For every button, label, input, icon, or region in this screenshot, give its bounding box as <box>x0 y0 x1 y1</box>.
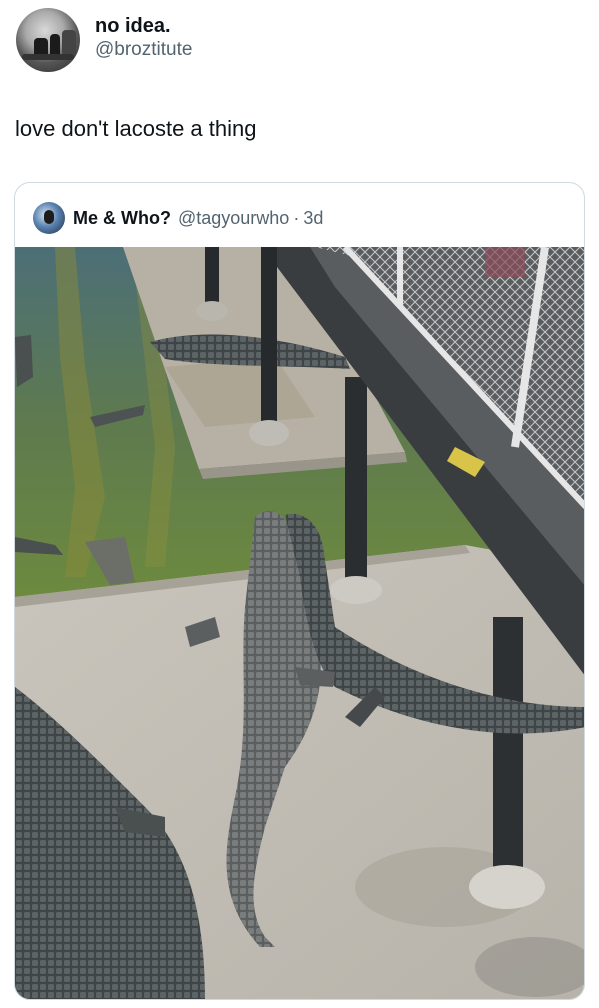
quoted-tweet-header: Me & Who? @tagyourwho · 3d <box>33 201 323 235</box>
author-display-name[interactable]: no idea. <box>95 14 192 38</box>
author-avatar[interactable] <box>16 8 80 72</box>
author-handle[interactable]: @broztitute <box>95 38 192 62</box>
author-names: no idea. @broztitute <box>95 14 192 62</box>
quoted-author-handle[interactable]: @tagyourwho <box>178 208 289 229</box>
tweet-text: love don't lacoste a thing <box>15 116 257 141</box>
tweet-header: no idea. @broztitute <box>16 8 192 72</box>
quoted-tweet-card[interactable]: Me & Who? @tagyourwho · 3d <box>14 182 585 1000</box>
quoted-author-avatar[interactable] <box>33 202 65 234</box>
quoted-author-display-name[interactable]: Me & Who? <box>73 208 171 229</box>
quoted-tweet-timestamp[interactable]: 3d <box>303 208 323 229</box>
crocodile-photo[interactable] <box>15 247 585 1000</box>
meta-separator: · <box>293 207 300 228</box>
